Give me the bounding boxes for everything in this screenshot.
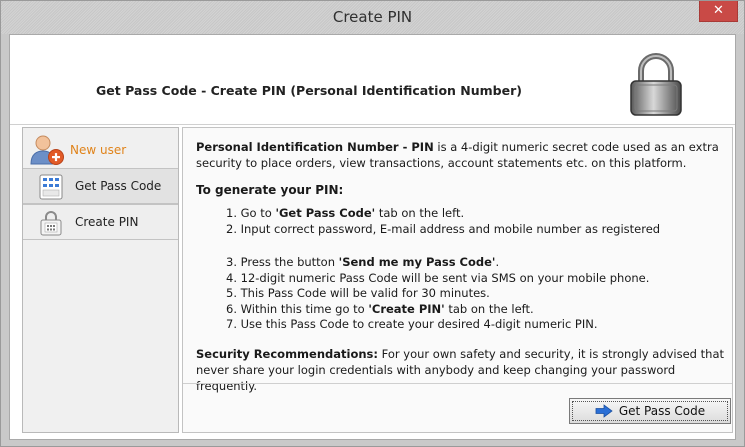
button-label: Get Pass Code [618, 404, 706, 418]
window-title: Create PIN [332, 8, 413, 26]
steps-list-a: 1. Go to 'Get Pass Code' tab on the left… [226, 206, 660, 237]
list-item: 3. Press the button 'Send me my Pass Cod… [226, 255, 500, 269]
intro-text: is a 4-digit numeric secret code used as… [433, 140, 719, 154]
security-bold: Security Recommendations: [196, 347, 378, 361]
page-title: Get Pass Code - Create PIN (Personal Ide… [96, 83, 522, 98]
new-user-label: New user [70, 143, 127, 157]
keypad-lock-icon [40, 211, 62, 236]
padlock-icon [630, 53, 682, 116]
divider [183, 383, 732, 384]
close-button[interactable]: ✕ [699, 1, 738, 22]
sidebar-item-label: Get Pass Code [75, 179, 162, 193]
intro-line-2: security to place orders, view transacti… [196, 156, 687, 170]
list-item: 7. Use this Pass Code to create your des… [226, 317, 598, 331]
security-line-2: never share your login credentials with … [196, 363, 676, 393]
add-user-icon [30, 135, 64, 165]
list-item: 5. This Pass Code will be valid for 30 m… [226, 286, 490, 300]
dialog-header: Get Pass Code - Create PIN (Personal Ide… [10, 35, 735, 125]
sidebar-item-label: Create PIN [75, 215, 139, 229]
close-icon: ✕ [713, 3, 724, 18]
list-item: 2. Input correct password, E-mail addres… [226, 221, 661, 236]
get-pass-code-button[interactable]: Get Pass Code [569, 398, 731, 424]
list-item: 4. 12-digit numeric Pass Code will be se… [226, 270, 650, 285]
title-bar[interactable]: Create PIN ✕ [1, 1, 744, 34]
generate-title: To generate your PIN: [196, 183, 344, 197]
sidebar-item-get-pass-code[interactable]: Get Pass Code [23, 168, 178, 204]
intro-line-1: Personal Identification Number - PIN is … [196, 139, 719, 155]
arrow-right-icon [595, 404, 613, 418]
sidebar-item-create-pin[interactable]: Create PIN [23, 204, 178, 240]
dialog-client-area: Get Pass Code - Create PIN (Personal Ide… [9, 34, 736, 440]
security-text: For your own safety and security, it is … [377, 347, 724, 361]
keypad-icon [39, 174, 63, 200]
instructions-panel: Personal Identification Number - PIN is … [182, 127, 733, 433]
sidebar: New user Get Pass Code Create PIN [22, 127, 179, 433]
steps-list-b: 3. Press the button 'Send me my Pass Cod… [226, 255, 649, 333]
new-user-header: New user [23, 128, 178, 168]
dialog-window: Create PIN ✕ Get Pass Code - Create PIN … [0, 0, 745, 447]
security-line-1: Security Recommendations: For your own s… [196, 346, 724, 362]
list-item: 1. Go to 'Get Pass Code' tab on the left… [226, 206, 465, 220]
intro-bold: Personal Identification Number - PIN [196, 140, 434, 154]
list-item: 6. Within this time go to 'Create PIN' t… [226, 301, 534, 316]
